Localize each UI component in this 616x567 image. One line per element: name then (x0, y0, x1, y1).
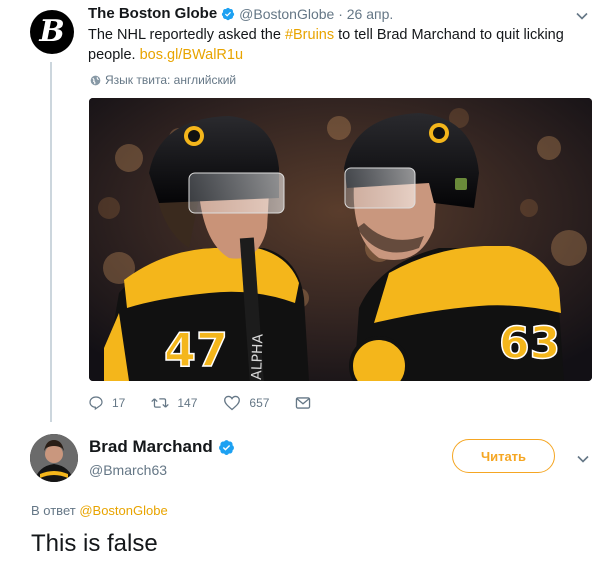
like-icon (224, 395, 241, 411)
thread-line (50, 62, 52, 422)
reply-header: Brad Marchand (89, 437, 235, 457)
svg-text:ALPHA: ALPHA (249, 333, 267, 380)
reply-count: 17 (112, 396, 126, 410)
follow-button[interactable]: Читать (452, 439, 555, 473)
jersey-number-left: 47 (164, 323, 228, 377)
reply-prefix: В ответ (31, 503, 76, 518)
verified-icon (218, 439, 234, 455)
author-name[interactable]: The Boston Globe (88, 5, 217, 22)
handle-date[interactable]: @BostonGlobe · 26 апр. (239, 6, 393, 22)
reply-action[interactable]: 17 (88, 395, 125, 411)
brad-marchand-avatar[interactable] (30, 434, 78, 482)
reply-handle[interactable]: @Bmarch63 (89, 462, 167, 478)
avatar-letter: B (39, 14, 65, 49)
tweet-photo[interactable]: 47 ALPHA 63 (89, 98, 592, 381)
tweet-actions: 17 147 657 (88, 395, 337, 411)
language-label: Язык твита: английский (105, 73, 237, 87)
language-note: Язык твита: английский (90, 73, 236, 87)
verified-icon (222, 7, 235, 20)
jersey-number-right: 63 (499, 318, 560, 369)
tweet-text-part: The NHL reportedly asked the (88, 27, 285, 43)
like-count: 657 (249, 396, 270, 410)
url-link[interactable]: bos.gl/BWalR1u (140, 47, 243, 63)
retweet-action[interactable]: 147 (151, 395, 197, 411)
reply-icon (89, 396, 103, 411)
reply-text: This is false (31, 530, 158, 557)
tweet-header: The Boston Globe @BostonGlobe · 26 апр. (88, 5, 393, 22)
tweet-text: The NHL reportedly asked the #Bruins to … (88, 25, 588, 65)
hashtag-link[interactable]: #Bruins (285, 27, 334, 43)
reply-author-name[interactable]: Brad Marchand (89, 437, 213, 457)
retweet-icon (151, 398, 170, 408)
reply-target-link[interactable]: @BostonGlobe (79, 503, 167, 518)
like-action[interactable]: 657 (223, 395, 269, 411)
hockey-players-image: 47 ALPHA 63 (89, 98, 592, 381)
avatar-image (30, 434, 78, 482)
reply-to-line: В ответ @BostonGlobe (31, 503, 168, 518)
globe-icon (90, 75, 101, 85)
dm-icon (296, 397, 311, 409)
boston-globe-avatar[interactable]: B (30, 10, 74, 54)
retweet-count: 147 (177, 396, 198, 410)
chevron-down-icon[interactable] (575, 9, 589, 23)
chevron-down-icon[interactable] (576, 452, 590, 466)
dm-action[interactable] (295, 395, 311, 411)
